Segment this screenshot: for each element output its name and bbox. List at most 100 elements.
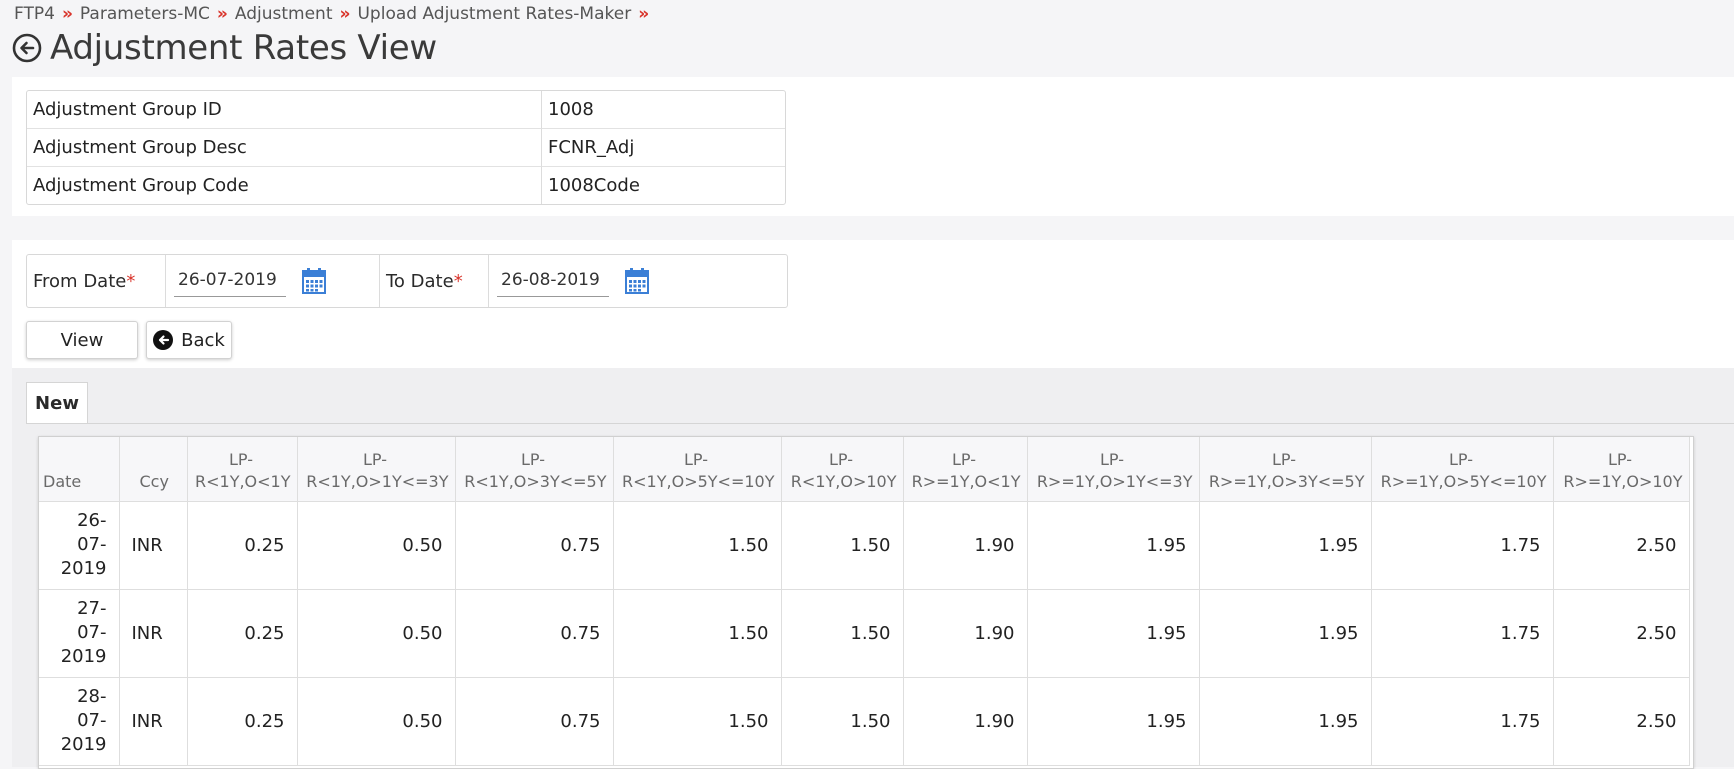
page-title: Adjustment Rates View [50, 28, 437, 68]
header-label: R>=1Y,O>5Y<=10Y [1380, 471, 1547, 491]
rate-cell: 0.50 [297, 501, 456, 590]
column-header[interactable]: LP- R<1Y,O>1Y<=3Y [297, 437, 456, 502]
column-header[interactable]: LP- R<1Y,O>10Y [781, 437, 904, 502]
required-marker: * [453, 270, 463, 292]
rate-cell: 2.50 [1553, 501, 1690, 590]
breadcrumb-item-parameters[interactable]: Parameters-MC [80, 4, 210, 24]
info-label: Adjustment Group Desc [27, 129, 542, 167]
header-label: R>=1Y,O>10Y [1563, 471, 1683, 491]
header-top: LP- [829, 449, 853, 469]
rate-cell: 0.25 [187, 501, 298, 590]
column-header[interactable]: LP- R>=1Y,O>10Y [1553, 437, 1690, 502]
column-header[interactable]: LP- R>=1Y,O>1Y<=3Y [1027, 437, 1200, 502]
header-top: LP- [1608, 449, 1632, 469]
tab-divider [26, 423, 1734, 424]
info-row: Adjustment Group ID 1008 [27, 91, 785, 129]
column-header-ccy[interactable]: Ccy [119, 437, 188, 502]
breadcrumb-item-ftp4[interactable]: FTP4 [14, 4, 55, 24]
header-label: R<1Y,O>1Y<=3Y [306, 471, 449, 491]
rate-cell: 1.95 [1027, 677, 1200, 766]
group-info-table: Adjustment Group ID 1008 Adjustment Grou… [26, 90, 786, 205]
header-label: Date [43, 471, 82, 491]
calendar-icon[interactable] [302, 268, 326, 294]
header-label: Ccy [139, 471, 169, 491]
rate-cell: 0.75 [455, 501, 614, 590]
ccy-cell: INR [119, 501, 188, 590]
column-header[interactable]: LP- R>=1Y,O>5Y<=10Y [1371, 437, 1554, 502]
title-row: Adjustment Rates View [12, 28, 437, 68]
rates-grid: Date Ccy LP- R<1Y,O<1Y LP- R<1Y,O>1Y<=3Y L… [39, 437, 1690, 766]
info-value: FCNR_Adj [542, 129, 785, 167]
rate-cell: 2.50 [1553, 589, 1690, 678]
from-date-input[interactable] [174, 265, 286, 297]
rate-cell: 1.50 [781, 501, 904, 590]
info-label: Adjustment Group Code [27, 167, 542, 204]
rates-panel: From Date* To Date* [12, 240, 1734, 769]
from-date-label-text: From Date [33, 270, 127, 292]
breadcrumb-separator: » [61, 4, 73, 24]
rate-cell: 1.50 [613, 589, 782, 678]
back-arrow-icon[interactable] [12, 33, 42, 63]
header-top: LP- [1449, 449, 1473, 469]
from-date-label: From Date * [27, 255, 166, 307]
header-label: R>=1Y,O>3Y<=5Y [1208, 471, 1365, 491]
date-part: 2019 [60, 734, 107, 755]
rate-cell: 1.95 [1199, 677, 1372, 766]
rate-cell: 1.90 [903, 677, 1028, 766]
view-button[interactable]: View [26, 321, 138, 359]
required-marker: * [126, 270, 136, 292]
back-button-label: Back [181, 329, 225, 351]
info-value: 1008Code [548, 175, 640, 196]
table-row[interactable]: 26- 07- 2019 INR 0.25 0.50 0.75 1.50 1.50 … [39, 501, 1690, 590]
grid-header-row: Date Ccy LP- R<1Y,O<1Y LP- R<1Y,O>1Y<=3Y L… [39, 437, 1690, 502]
header-top: LP- [229, 449, 253, 469]
back-button[interactable]: Back [146, 321, 232, 359]
header-top: LP- [684, 449, 708, 469]
rate-cell: 1.95 [1027, 589, 1200, 678]
header-top: LP- [1272, 449, 1296, 469]
from-date-cell [166, 255, 380, 307]
date-part: 2019 [60, 558, 107, 579]
rate-cell: 1.50 [613, 677, 782, 766]
table-row[interactable]: 28- 07- 2019 INR 0.25 0.50 0.75 1.50 1.50 … [39, 677, 1690, 766]
rate-cell: 1.95 [1199, 589, 1372, 678]
header-top: LP- [521, 449, 545, 469]
rate-cell: 1.75 [1371, 589, 1554, 678]
column-header[interactable]: LP- R>=1Y,O<1Y [903, 437, 1028, 502]
header-label: R>=1Y,O<1Y [911, 471, 1021, 491]
date-cell: 27- 07- 2019 [39, 589, 120, 678]
column-header-date[interactable]: Date [39, 437, 120, 502]
rate-cell: 0.50 [297, 589, 456, 678]
to-date-label: To Date * [380, 255, 489, 307]
rate-cell: 1.75 [1371, 501, 1554, 590]
date-part: 28- [77, 686, 107, 707]
rate-cell: 1.95 [1199, 501, 1372, 590]
breadcrumb-item-upload[interactable]: Upload Adjustment Rates-Maker [357, 4, 631, 24]
calendar-icon[interactable] [625, 268, 649, 294]
group-info-panel: Adjustment Group ID 1008 Adjustment Grou… [12, 77, 1734, 216]
tab-new[interactable]: New [26, 382, 88, 423]
date-cell: 28- 07- 2019 [39, 677, 120, 766]
column-header[interactable]: LP- R<1Y,O<1Y [187, 437, 298, 502]
column-header[interactable]: LP- R<1Y,O>3Y<=5Y [455, 437, 614, 502]
date-part: 07- [77, 622, 107, 643]
table-row[interactable]: 27- 07- 2019 INR 0.25 0.50 0.75 1.50 1.50 … [39, 589, 1690, 678]
breadcrumb-separator: » [638, 4, 650, 24]
info-row: Adjustment Group Desc FCNR_Adj [27, 129, 785, 167]
rate-cell: 1.50 [781, 589, 904, 678]
breadcrumb: FTP4 » Parameters-MC » Adjustment » Upload Adj… [14, 4, 656, 24]
rate-cell: 1.95 [1027, 501, 1200, 590]
header-label: R>=1Y,O>1Y<=3Y [1036, 471, 1193, 491]
to-date-input[interactable] [497, 265, 609, 297]
rate-cell: 0.75 [455, 589, 614, 678]
rate-cell: 1.90 [903, 501, 1028, 590]
rate-cell: 0.75 [455, 677, 614, 766]
header-label: R<1Y,O>5Y<=10Y [622, 471, 775, 491]
info-label: Adjustment Group ID [27, 91, 542, 129]
breadcrumb-item-adjustment[interactable]: Adjustment [235, 4, 333, 24]
rate-cell: 1.90 [903, 589, 1028, 678]
header-top: LP- [952, 449, 976, 469]
column-header[interactable]: LP- R>=1Y,O>3Y<=5Y [1199, 437, 1372, 502]
rate-cell: 0.50 [297, 677, 456, 766]
column-header[interactable]: LP- R<1Y,O>5Y<=10Y [613, 437, 782, 502]
